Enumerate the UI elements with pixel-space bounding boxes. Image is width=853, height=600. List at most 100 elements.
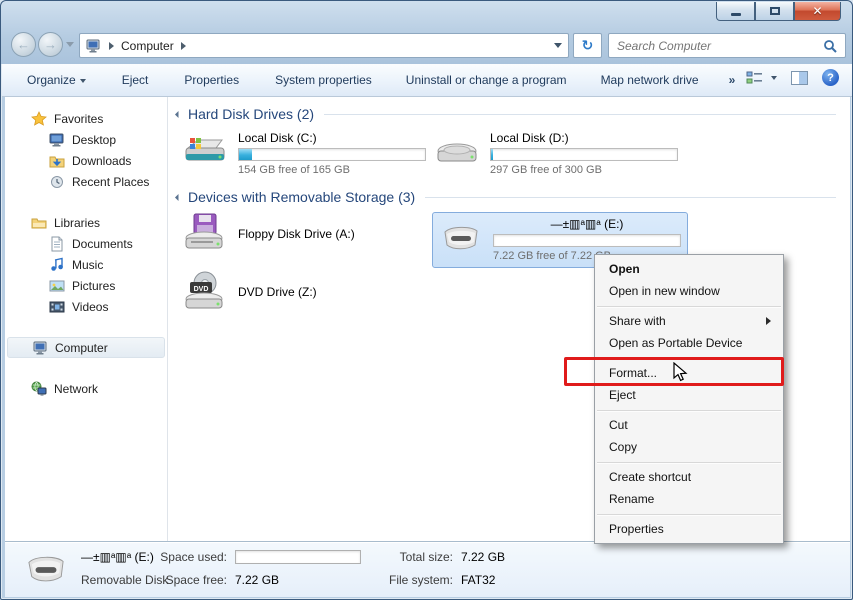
music-icon [51, 257, 63, 271]
menu-separator [597, 410, 781, 411]
sidebar-item-downloads[interactable]: Downloads [5, 150, 167, 171]
sidebar-item-videos[interactable]: Videos [5, 296, 167, 317]
sidebar-item-label: Recent Places [72, 174, 150, 189]
menu-item-open-new-window[interactable]: Open in new window [595, 280, 783, 302]
star-icon [31, 110, 47, 126]
menu-separator [597, 306, 781, 307]
drive-z-tile[interactable]: DVD DVD Drive (Z:) [182, 267, 317, 317]
group-divider [324, 113, 836, 115]
sidebar-item-pictures[interactable]: Pictures [5, 275, 167, 296]
sidebar-item-computer[interactable]: Computer [7, 337, 165, 358]
menu-item-rename[interactable]: Rename [595, 488, 783, 510]
group-header-hard-disks[interactable]: Hard Disk Drives (2) [174, 106, 836, 122]
drive-a-tile[interactable]: Floppy Disk Drive (A:) [182, 209, 355, 259]
address-bar[interactable]: Computer [79, 33, 569, 58]
dvd-drive-icon: DVD [185, 271, 223, 309]
sidebar-item-label: Libraries [54, 215, 101, 230]
sidebar-item-favorites[interactable]: Favorites [5, 108, 167, 129]
details-pane: —±▥ᵃ▥ᵃ (E:) Removable Disk Space used: S… [5, 541, 850, 597]
menu-separator [597, 462, 781, 463]
navigation-pane: Favorites Desktop Downloads Recent Place… [5, 97, 168, 541]
menu-item-format[interactable]: Format... [595, 362, 783, 384]
group-header-removable[interactable]: Devices with Removable Storage (3) [174, 189, 836, 205]
chevron-down-icon [79, 78, 86, 83]
menu-item-share-with[interactable]: Share with [595, 310, 783, 332]
menu-item-properties[interactable]: Properties [595, 518, 783, 540]
menu-item-create-shortcut[interactable]: Create shortcut [595, 466, 783, 488]
change-view-button[interactable] [746, 71, 777, 85]
space-used-bar [235, 550, 361, 564]
group-title: Hard Disk Drives (2) [188, 106, 315, 122]
removable-drive-icon [28, 556, 64, 582]
space-used-label: Space used: [160, 550, 227, 564]
drive-c-tile[interactable]: Local Disk (C:) 154 GB free of 165 GB [182, 130, 426, 176]
search-icon [824, 39, 837, 53]
removable-drive-icon [444, 226, 478, 250]
views-icon [746, 71, 762, 83]
help-button[interactable]: ? [822, 69, 839, 86]
breadcrumb-arrow-icon[interactable] [180, 41, 186, 50]
group-divider [425, 196, 836, 198]
maximize-icon [769, 7, 780, 15]
selected-item-name: —±▥ᵃ▥ᵃ (E:) [81, 550, 154, 564]
sidebar-item-label: Network [54, 381, 99, 396]
system-properties-button[interactable]: System properties [268, 69, 379, 91]
title-bar[interactable]: ✕ ← → Computer ↻ [1, 1, 852, 64]
collapse-arrow-icon[interactable] [174, 193, 183, 201]
breadcrumb[interactable]: Computer [121, 39, 174, 53]
recent-pages-chevron-icon[interactable] [66, 42, 74, 47]
collapse-arrow-icon[interactable] [174, 110, 183, 118]
sidebar-item-network[interactable]: Network [5, 378, 167, 399]
forward-button[interactable]: → [38, 32, 63, 57]
breadcrumb-arrow-icon [109, 41, 114, 50]
sidebar-item-label: Downloads [72, 153, 132, 168]
search-input[interactable] [617, 38, 823, 53]
drive-free-space: 297 GB free of 300 GB [490, 164, 602, 176]
menu-item-open-portable-device[interactable]: Open as Portable Device [595, 332, 783, 354]
sidebar-item-documents[interactable]: Documents [5, 233, 167, 254]
desktop-icon [49, 133, 64, 146]
drive-name: —±▥ᵃ▥ᵃ (E:) [550, 217, 624, 231]
map-network-drive-button[interactable]: Map network drive [594, 69, 706, 91]
file-system-value: FAT32 [461, 573, 496, 587]
sidebar-item-libraries[interactable]: Libraries [5, 212, 167, 233]
search-box[interactable] [608, 33, 846, 58]
floppy-drive-icon [185, 213, 223, 249]
file-system-label: File system: [388, 573, 453, 587]
context-menu: Open Open in new window Share with Open … [594, 254, 784, 544]
toolbar-overflow-button[interactable]: » [722, 69, 743, 91]
minimize-button[interactable] [716, 2, 755, 21]
organize-button[interactable]: Organize [20, 69, 93, 91]
sidebar-item-label: Music [72, 257, 104, 272]
menu-item-open[interactable]: Open [595, 258, 783, 280]
sidebar-item-label: Favorites [54, 111, 104, 126]
explorer-window: ✕ ← → Computer ↻ Search Computer Organiz… [0, 0, 853, 600]
sidebar-item-desktop[interactable]: Desktop [5, 129, 167, 150]
command-toolbar: Organize Eject Properties System propert… [2, 64, 852, 97]
address-dropdown-icon[interactable] [554, 43, 562, 48]
menu-item-copy[interactable]: Copy [595, 436, 783, 458]
drive-name: DVD Drive (Z:) [238, 284, 317, 299]
close-button[interactable]: ✕ [794, 2, 841, 21]
properties-button[interactable]: Properties [177, 69, 246, 91]
sidebar-item-music[interactable]: Music [5, 254, 167, 275]
uninstall-program-button[interactable]: Uninstall or change a program [399, 69, 574, 91]
preview-pane-button[interactable] [791, 70, 808, 85]
hard-drive-icon [185, 138, 225, 161]
computer-icon [33, 341, 47, 354]
view-controls: ? [746, 69, 839, 86]
menu-item-cut[interactable]: Cut [595, 414, 783, 436]
pictures-icon [49, 280, 65, 291]
back-button[interactable]: ← [11, 32, 36, 57]
sidebar-item-recent-places[interactable]: Recent Places [5, 171, 167, 192]
libraries-icon [31, 218, 47, 228]
refresh-button[interactable]: ↻ [573, 33, 602, 58]
total-size-label: Total size: [399, 550, 453, 564]
sidebar-item-label: Pictures [72, 278, 116, 293]
maximize-button[interactable] [755, 2, 794, 21]
eject-button[interactable]: Eject [115, 69, 156, 91]
menu-item-eject[interactable]: Eject [595, 384, 783, 406]
drive-d-tile[interactable]: Local Disk (D:) 297 GB free of 300 GB [434, 130, 678, 176]
